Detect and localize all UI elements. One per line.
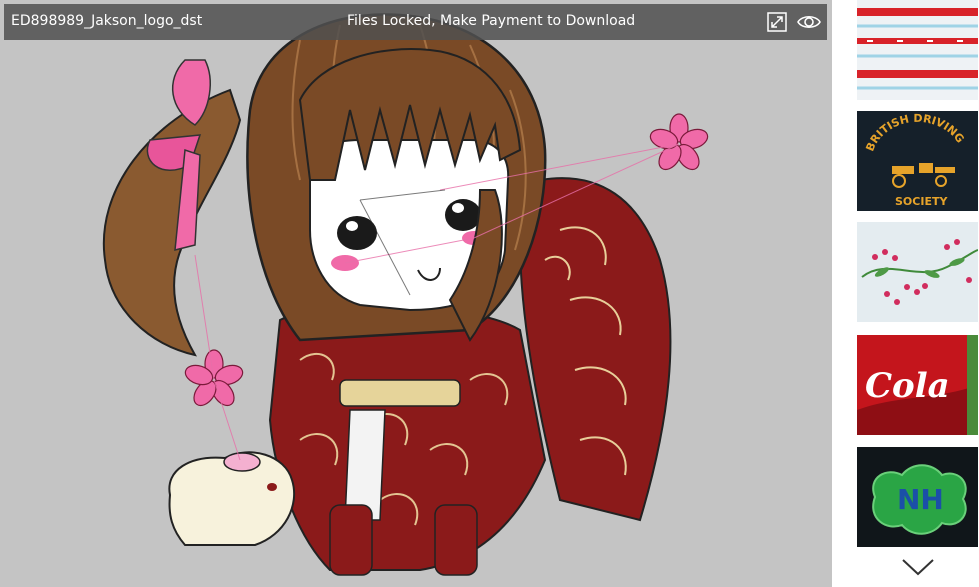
thumbnail-image [857, 0, 978, 100]
thumbnail-image [857, 222, 978, 322]
thumbnail-nh-logo[interactable]: NH [857, 447, 978, 547]
thumbnail-image: BRITISH DRIVING SOCIETY [857, 111, 978, 211]
thumbnail-image: NH [857, 447, 978, 547]
thumbnail-text: NH [897, 483, 944, 516]
design-canvas: ED898989_Jakson_logo_dst Files Locked, M… [0, 0, 832, 587]
embroidery-design-preview [102, 13, 709, 576]
viewer-toolbar: ED898989_Jakson_logo_dst Files Locked, M… [4, 4, 827, 40]
file-name: ED898989_Jakson_logo_dst [11, 13, 203, 29]
eye-icon[interactable] [797, 12, 821, 32]
thumbnail-image: Cola [857, 335, 978, 435]
thumbnail-floral-vine[interactable] [857, 222, 978, 322]
thumbnail-red-white-cross-stitch[interactable] [857, 0, 978, 100]
thumbnail-text: Cola [865, 366, 950, 406]
chevron-down-icon[interactable] [901, 556, 935, 578]
thumbnail-text: SOCIETY [895, 195, 948, 208]
thumbnail-british-driving-society[interactable]: BRITISH DRIVING SOCIETY [857, 111, 978, 211]
thumbnail-sidebar: BRITISH DRIVING SOCIETY Cola NH [832, 0, 979, 587]
lock-status-message: Files Locked, Make Payment to Download [347, 13, 636, 29]
thumbnail-coca-cola-cap[interactable]: Cola [857, 335, 978, 435]
fullscreen-icon[interactable] [767, 12, 787, 32]
